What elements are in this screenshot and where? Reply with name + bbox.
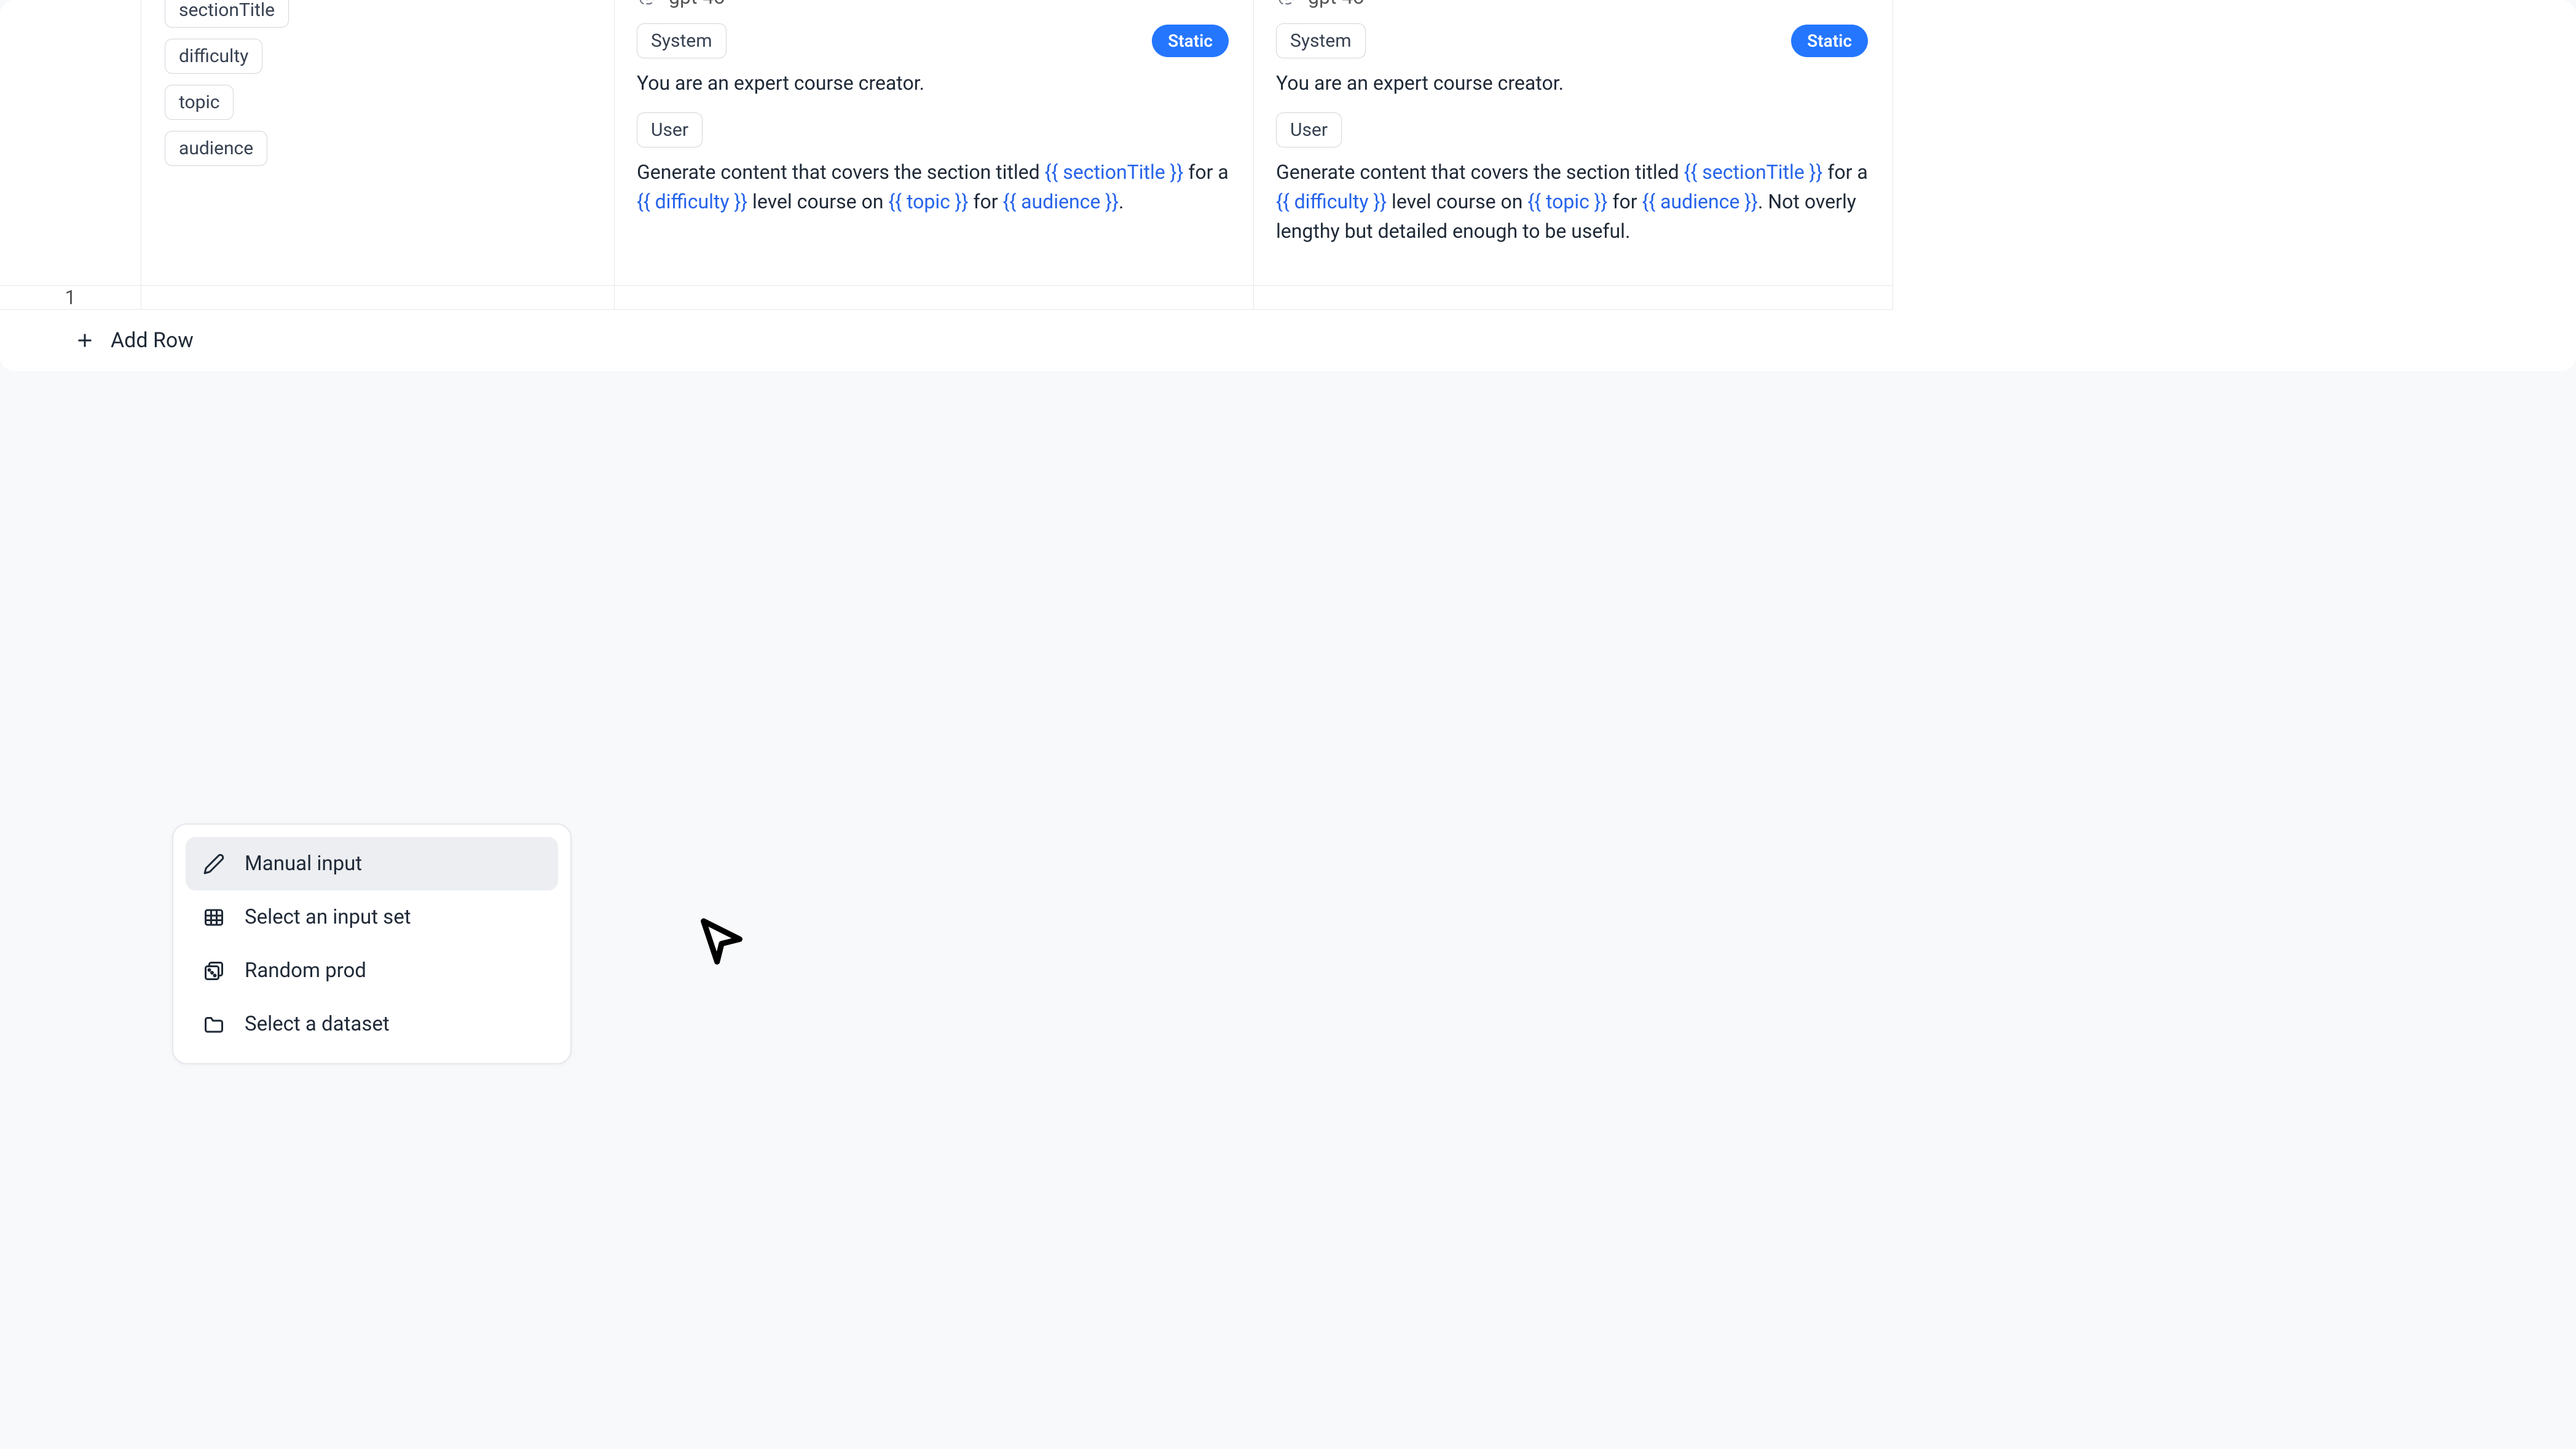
- template-variable: {{ difficulty }}: [1276, 190, 1387, 213]
- dropdown-item-random-prod[interactable]: Random prod: [186, 944, 558, 997]
- variable-pill-sectionTitle[interactable]: sectionTitle: [165, 0, 289, 28]
- add-row-label: Add Row: [111, 328, 194, 353]
- model-name: gpt-4o: [669, 0, 725, 9]
- template-variable: {{ topic }}: [888, 190, 968, 213]
- prompt-column-2: gpt-4o System Static You are an expert cour…: [1254, 0, 1893, 286]
- model-name: gpt-4o: [1308, 0, 1364, 9]
- dropdown-item-manual-input[interactable]: Manual input: [186, 837, 558, 890]
- static-badge: Static: [1152, 25, 1229, 57]
- folder-icon: [203, 1013, 225, 1035]
- system-message-text: You are an expert course creator.: [1276, 68, 1868, 98]
- template-variable: {{ topic }}: [1527, 190, 1607, 213]
- user-message-text: Generate content that covers the section…: [1276, 157, 1868, 246]
- dropdown-item-label: Manual input: [245, 852, 362, 876]
- row-variables-cell[interactable]: [141, 286, 615, 310]
- row-output-cell-2[interactable]: [1254, 286, 1893, 310]
- variable-pill-difficulty[interactable]: difficulty: [165, 39, 262, 74]
- model-selector[interactable]: gpt-4o: [637, 0, 1229, 9]
- system-message-text: You are an expert course creator.: [637, 68, 1229, 98]
- openai-icon: [1276, 0, 1297, 7]
- static-badge: Static: [1791, 25, 1868, 57]
- row-number: 1: [0, 286, 141, 310]
- openai-icon: [637, 0, 658, 7]
- dropdown-item-label: Select a dataset: [245, 1012, 390, 1036]
- variable-pill-topic[interactable]: topic: [165, 85, 234, 120]
- row-output-cell-1[interactable]: [615, 286, 1254, 310]
- variable-pill-audience[interactable]: audience: [165, 131, 267, 166]
- system-role-badge: System: [1276, 23, 1366, 58]
- row-num-header: [0, 0, 141, 286]
- template-variable: {{ audience }}: [1642, 190, 1758, 213]
- add-row-button[interactable]: Add Row: [0, 310, 2576, 371]
- prompt-column-1: gpt-4o System Static You are an expert cour…: [615, 0, 1254, 286]
- dice-icon: [203, 960, 225, 982]
- template-variable: {{ sectionTitle }}: [1045, 160, 1184, 184]
- template-variable: {{ difficulty }}: [637, 190, 747, 213]
- cursor-icon: [695, 914, 749, 968]
- model-selector[interactable]: gpt-4o: [1276, 0, 1868, 9]
- template-variable: {{ sectionTitle }}: [1684, 160, 1823, 184]
- user-role-badge: User: [1276, 112, 1342, 147]
- plus-icon: [74, 329, 96, 351]
- dropdown-item-label: Select an input set: [245, 905, 411, 929]
- pencil-icon: [203, 853, 225, 875]
- dropdown-item-select-an-input-set[interactable]: Select an input set: [186, 890, 558, 944]
- user-message-text: Generate content that covers the section…: [637, 157, 1229, 216]
- system-role-badge: System: [637, 23, 727, 58]
- dropdown-item-select-a-dataset[interactable]: Select a dataset: [186, 997, 558, 1051]
- add-row-dropdown: Manual input Select an input set Random pr…: [172, 823, 572, 1064]
- user-role-badge: User: [637, 112, 703, 147]
- template-variable: {{ audience }}: [1003, 190, 1119, 213]
- variables-header-cell: sectionTitle difficulty topic audience: [141, 0, 615, 286]
- table-icon: [203, 906, 225, 929]
- dropdown-item-label: Random prod: [245, 959, 366, 983]
